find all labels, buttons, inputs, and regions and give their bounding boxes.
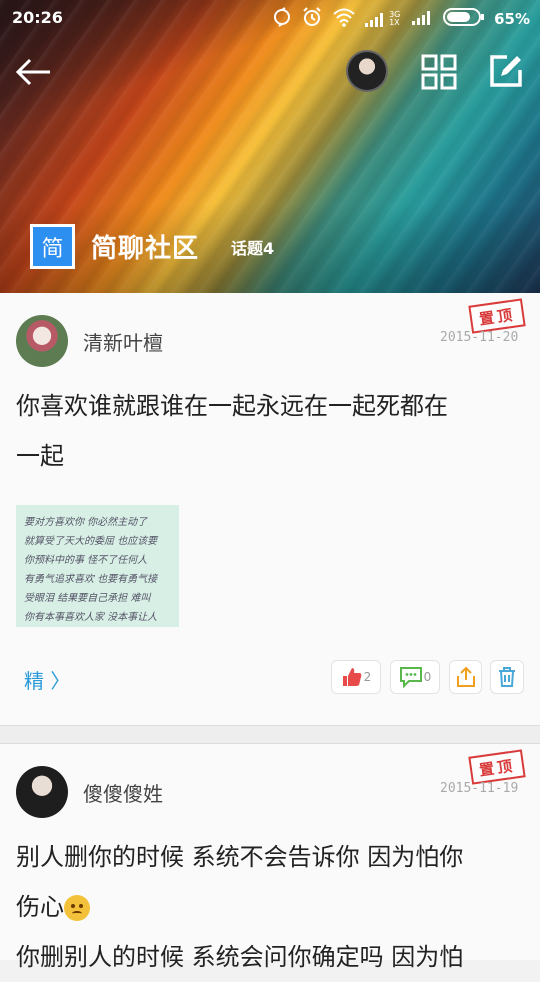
network-type-label: 3G 1X bbox=[389, 10, 401, 27]
post-divider bbox=[0, 725, 540, 743]
status-bar: 20:26 3G 1X 65% bbox=[0, 0, 540, 36]
battery-percent: 65% bbox=[494, 10, 530, 28]
post-text[interactable]: 你喜欢谁就跟谁在一起永远在一起死都在 一起 bbox=[16, 381, 526, 481]
like-count: 2 bbox=[363, 670, 372, 684]
pinned-badge: 置顶 bbox=[468, 298, 526, 334]
delete-button[interactable] bbox=[490, 660, 524, 694]
grid-menu-button[interactable] bbox=[421, 54, 457, 90]
edit-icon bbox=[490, 55, 522, 87]
sync-icon bbox=[272, 7, 292, 31]
wifi-icon bbox=[332, 7, 356, 31]
like-button[interactable]: 2 bbox=[331, 660, 381, 694]
community-info: 简 简聊社区 话题4 bbox=[30, 224, 274, 269]
comment-count: 0 bbox=[423, 670, 432, 684]
comment-button[interactable]: 0 bbox=[390, 660, 440, 694]
post-card[interactable]: 清新叶檀 置顶 2015-11-20 你喜欢谁就跟谁在一起永远在一起死都在 一起… bbox=[0, 293, 540, 725]
arrow-left-icon bbox=[15, 58, 50, 86]
post-image[interactable]: 要对方喜欢你 你必然主动了 就算受了天大的委屈 也应该要 你预料中的事 怪不了任… bbox=[16, 505, 179, 627]
avatar[interactable] bbox=[16, 766, 68, 818]
topics-count[interactable]: 话题4 bbox=[231, 235, 274, 259]
post-card[interactable]: 傻傻傻姓 置顶 2015-11-19 别人删你的时候 系统不会告诉你 因为怕你 … bbox=[0, 743, 540, 971]
signal-icon bbox=[412, 9, 434, 29]
avatar[interactable] bbox=[16, 315, 68, 367]
pinned-badge: 置顶 bbox=[468, 749, 526, 785]
comment-icon bbox=[399, 667, 422, 688]
community-logo[interactable]: 简 bbox=[30, 224, 75, 269]
community-header: 20:26 3G 1X 65% 简 简聊社区 话题4 bbox=[0, 0, 540, 293]
post-username[interactable]: 清新叶檀 bbox=[83, 327, 163, 356]
back-button[interactable] bbox=[14, 52, 54, 92]
trash-icon bbox=[499, 667, 515, 687]
share-icon bbox=[456, 666, 475, 687]
signal-3g-icon: 3G 1X bbox=[365, 11, 403, 27]
featured-tag[interactable]: 精 〉 bbox=[24, 665, 70, 694]
share-button[interactable] bbox=[449, 660, 482, 694]
post-username[interactable]: 傻傻傻姓 bbox=[83, 778, 163, 807]
grid-icon bbox=[421, 54, 457, 90]
post-date: 2015-11-20 bbox=[440, 330, 519, 345]
post-date: 2015-11-19 bbox=[440, 781, 519, 796]
community-name: 简聊社区 bbox=[91, 234, 200, 264]
thumbs-up-icon bbox=[342, 668, 362, 686]
battery-icon bbox=[443, 8, 485, 30]
user-avatar-button[interactable] bbox=[346, 50, 388, 92]
alarm-icon bbox=[301, 6, 323, 32]
status-time: 20:26 bbox=[12, 8, 63, 27]
compose-button[interactable] bbox=[487, 52, 525, 90]
sad-face-icon bbox=[64, 895, 90, 921]
